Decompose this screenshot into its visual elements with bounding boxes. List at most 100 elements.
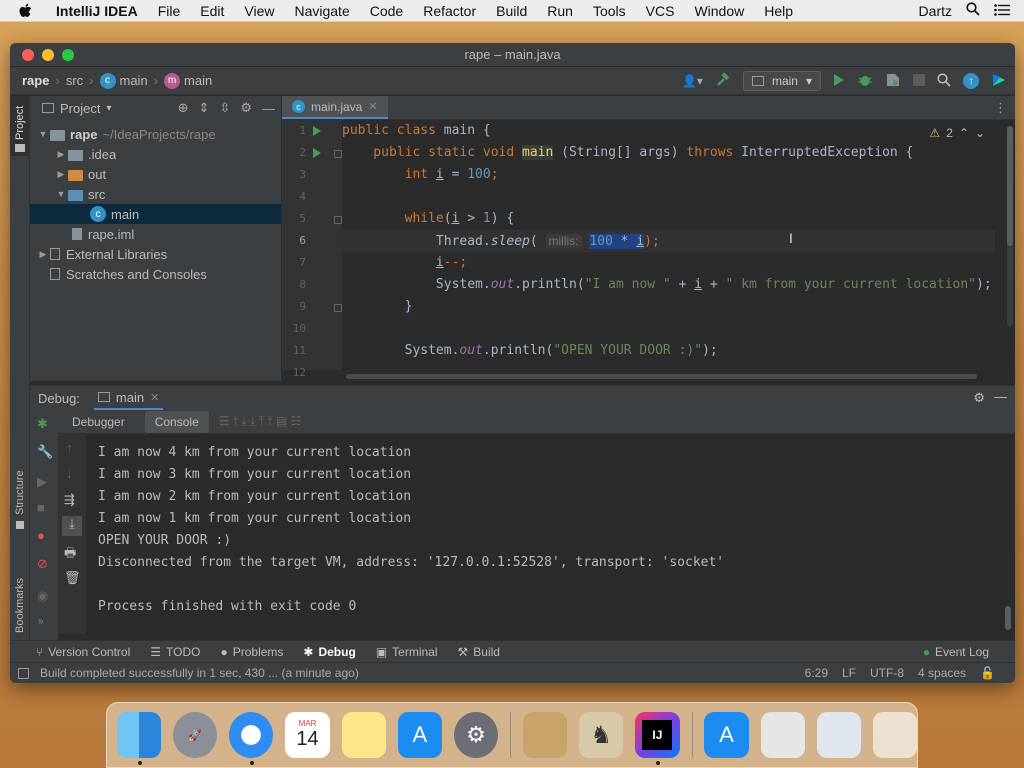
build-hammer-icon[interactable]	[715, 71, 731, 91]
print-icon[interactable]: 🖶	[64, 544, 76, 566]
more-chevrons-icon[interactable]: »	[38, 616, 44, 627]
breadcrumb-folder[interactable]: src	[66, 73, 83, 88]
chevron-right-icon[interactable]: ▶	[36, 249, 50, 260]
editor-vertical-scrollbar[interactable]	[1007, 126, 1013, 326]
update-available-icon[interactable]: ↑	[963, 73, 979, 89]
project-tool-button[interactable]: Project	[10, 96, 30, 156]
fold-marker-icon[interactable]	[334, 304, 342, 312]
search-everywhere-icon[interactable]	[937, 72, 951, 90]
run-gutter-icon[interactable]	[312, 147, 322, 159]
indent-setting[interactable]: 4 spaces	[918, 666, 966, 680]
expand-all-icon[interactable]: ⇕	[199, 100, 210, 116]
menu-run[interactable]: Run	[537, 3, 583, 19]
tool-todo[interactable]: ☰ TODO	[150, 645, 200, 659]
chess-icon[interactable]: ♞	[579, 712, 624, 758]
window-titlebar[interactable]: rape – main.java	[10, 43, 1015, 67]
tool-terminal[interactable]: ▣ Terminal	[376, 645, 438, 659]
tool-event-log[interactable]: ● Event Log	[923, 645, 1015, 659]
chevron-down-icon[interactable]: ▼	[36, 129, 50, 139]
fold-marker-icon[interactable]	[334, 150, 342, 158]
collapse-all-icon[interactable]: ⇳	[219, 100, 230, 116]
gear-icon[interactable]: ⚙	[240, 100, 252, 116]
tree-item-external-libraries[interactable]: ▶ External Libraries	[30, 244, 281, 264]
add-user-icon[interactable]: 👤▾	[682, 74, 703, 88]
menu-window[interactable]: Window	[684, 3, 754, 19]
line-separator[interactable]: LF	[842, 666, 856, 680]
view-breakpoints-icon[interactable]: ●	[37, 528, 45, 543]
editor-tab-main-java[interactable]: c main.java ✕	[282, 96, 388, 119]
tool-build[interactable]: ⚒ Build	[458, 645, 500, 659]
scrollbar-thumb[interactable]	[346, 374, 977, 379]
code-area[interactable]: public class main { public static void m…	[342, 120, 995, 370]
tool-problems[interactable]: ● Problems	[220, 645, 283, 659]
chevron-down-icon[interactable]: ▾	[106, 103, 111, 114]
menu-app-name[interactable]: IntelliJ IDEA	[50, 3, 148, 19]
code-with-me-icon[interactable]	[991, 72, 1007, 91]
soft-wrap-icon[interactable]: ⇶	[64, 492, 75, 508]
menu-build[interactable]: Build	[486, 3, 537, 19]
chevron-down-icon[interactable]: ▼	[54, 189, 68, 199]
stop-icon[interactable]	[913, 73, 925, 89]
console-scrollbar[interactable]	[1005, 606, 1011, 630]
chevron-right-icon[interactable]: ▶	[54, 149, 68, 160]
notes-icon[interactable]	[341, 712, 386, 758]
intellij-idea-icon[interactable]: IJ	[635, 712, 680, 765]
menu-file[interactable]: File	[148, 3, 191, 19]
structure-tool-label[interactable]: Structure	[14, 470, 26, 515]
finder-icon[interactable]	[117, 712, 162, 765]
more-options-icon[interactable]: ⋮	[994, 100, 1007, 116]
app-store-folder-icon[interactable]: A	[704, 712, 749, 758]
tree-item-src[interactable]: ▼ src	[30, 184, 281, 204]
safari-icon[interactable]	[229, 712, 274, 765]
apple-logo-icon[interactable]	[18, 3, 36, 19]
tree-item-scratches[interactable]: Scratches and Consoles	[30, 264, 281, 284]
tool-version-control[interactable]: ⑂ Version Control	[36, 645, 130, 659]
tree-item-main[interactable]: c main	[30, 204, 281, 224]
app-store-icon[interactable]: A	[397, 712, 442, 758]
arrow-up-icon[interactable]: ↑	[66, 440, 73, 455]
status-message[interactable]: Build completed successfully in 1 sec, 4…	[40, 666, 359, 680]
screenshot-folder-icon[interactable]	[816, 712, 861, 758]
bookmarks-tool-label[interactable]: Bookmarks	[14, 578, 26, 633]
menu-refactor[interactable]: Refactor	[413, 3, 486, 19]
user-name[interactable]: Dartz	[919, 3, 952, 19]
run-configuration-selector[interactable]: main ▾	[742, 71, 821, 91]
breadcrumb-project[interactable]: rape	[22, 73, 49, 88]
mute-breakpoints-icon[interactable]: ⊘	[37, 556, 48, 572]
debug-toolbar-icons[interactable]: ☰ ⤒ ⤓ ⤓ ⤒ ⤒ ▤ ☷	[219, 414, 302, 429]
menu-vcs[interactable]: VCS	[636, 3, 685, 19]
calendar-icon[interactable]: MAR 14	[285, 712, 330, 758]
arrow-down-icon[interactable]: ↓	[66, 466, 73, 481]
rerun-debug-icon[interactable]: ✱	[37, 416, 48, 432]
run-icon[interactable]	[833, 73, 845, 90]
menu-help[interactable]: Help	[754, 3, 803, 19]
tree-item-iml[interactable]: rape.iml	[30, 224, 281, 244]
resume-icon[interactable]: ▶	[37, 474, 47, 490]
spotlight-search-icon[interactable]	[966, 2, 980, 19]
tool-windows-toggle-icon[interactable]	[18, 668, 29, 679]
tree-item-root[interactable]: ▼ rape ~/IdeaProjects/rape	[30, 124, 281, 144]
editor-gutter[interactable]: 1 2 3 4 5 6 7 8 9 10 11 12 💡	[282, 120, 369, 379]
menu-tools[interactable]: Tools	[583, 3, 636, 19]
hide-minus-icon[interactable]: —	[994, 389, 1007, 404]
breadcrumb-method[interactable]: m main	[164, 72, 212, 89]
menu-code[interactable]: Code	[360, 3, 413, 19]
run-with-coverage-icon[interactable]	[885, 72, 901, 91]
close-icon[interactable]: ✕	[150, 391, 159, 404]
chevron-right-icon[interactable]: ▶	[54, 169, 68, 180]
fold-marker-icon[interactable]	[334, 216, 342, 224]
menu-edit[interactable]: Edit	[190, 3, 234, 19]
stop-icon[interactable]: ■	[37, 500, 45, 515]
camera-icon[interactable]: ◉	[37, 588, 48, 604]
run-gutter-icon[interactable]	[312, 125, 322, 137]
close-icon[interactable]: ✕	[368, 100, 377, 113]
trash-icon[interactable]	[872, 712, 918, 758]
tool-debug[interactable]: ✱ Debug	[303, 645, 355, 659]
debug-bug-icon[interactable]	[857, 72, 873, 91]
scrollbar-thumb[interactable]	[1007, 126, 1013, 246]
document-folder-icon[interactable]	[760, 712, 805, 758]
modify-config-icon[interactable]: 🔧	[37, 444, 53, 460]
editor-horizontal-scrollbar[interactable]	[342, 371, 995, 381]
caret-position[interactable]: 6:29	[805, 666, 828, 680]
debug-session-tab[interactable]: main ✕	[93, 386, 164, 410]
